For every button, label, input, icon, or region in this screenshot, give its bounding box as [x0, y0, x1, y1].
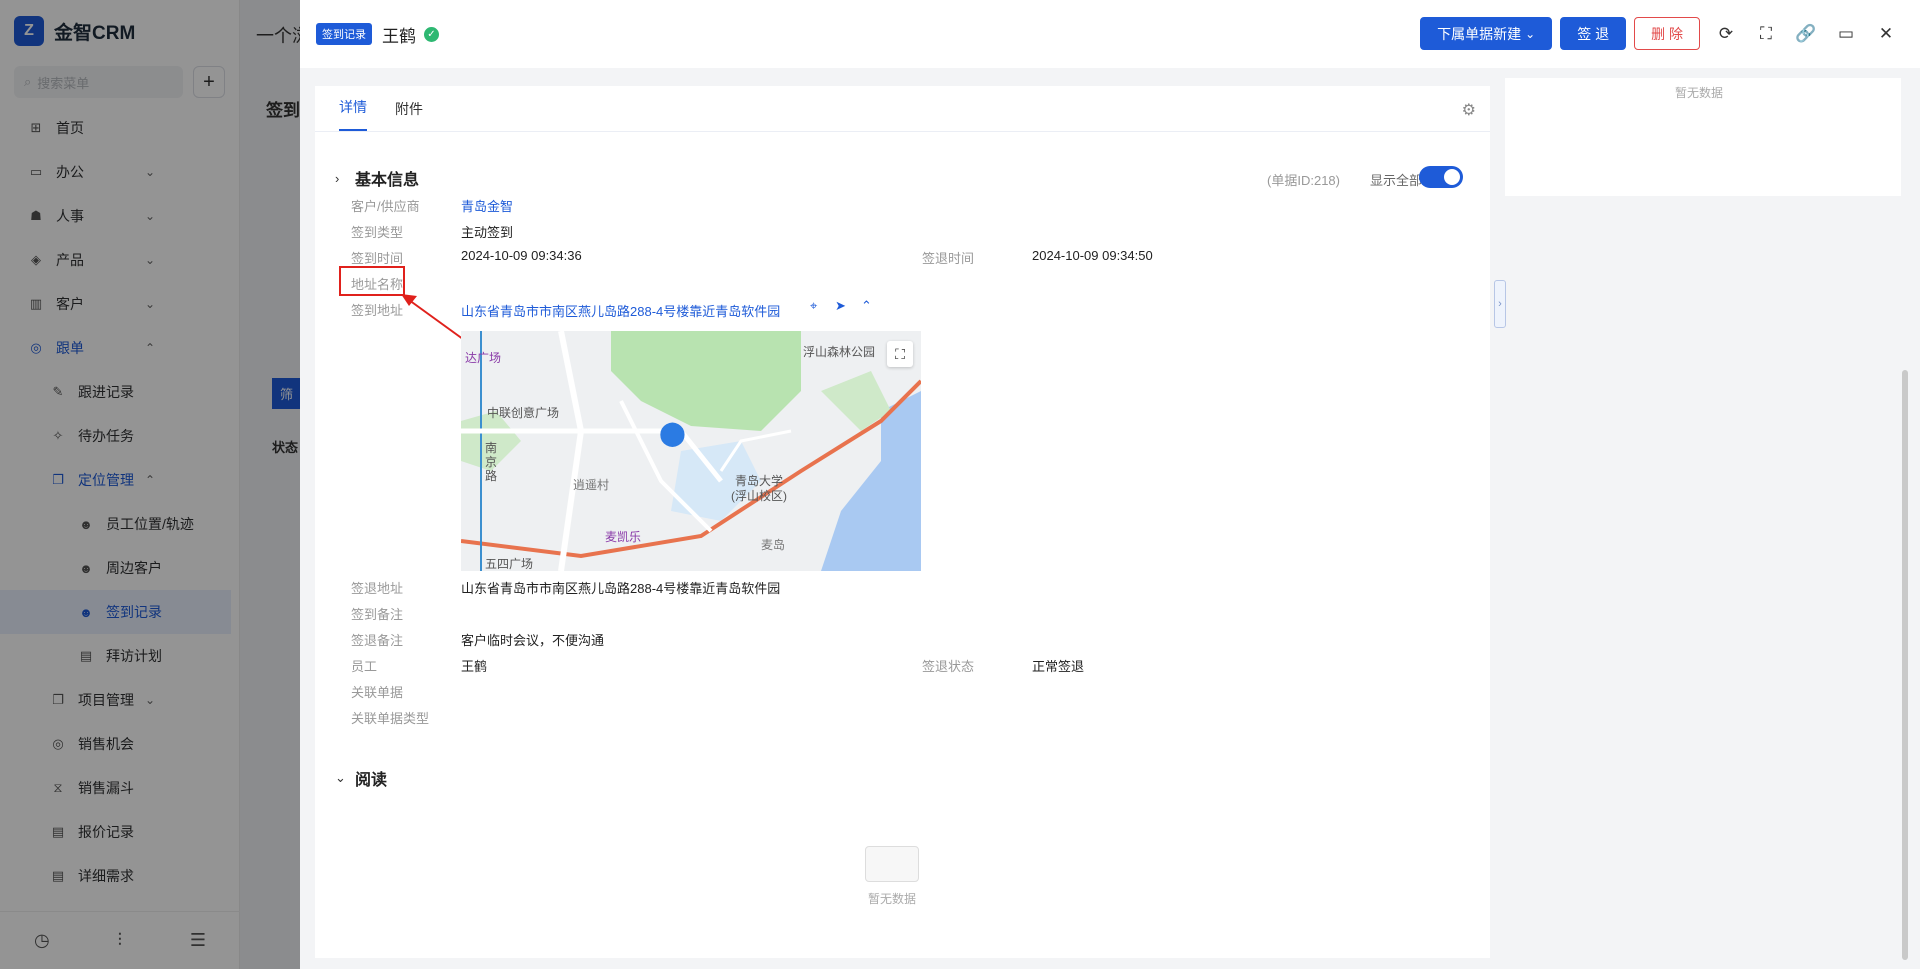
map-label: (浮山校区) — [731, 489, 787, 503]
detail-card: 详情 附件 ⚙ › 基本信息 (单据ID:218) 显示全部 客户/供应商 青岛… — [315, 86, 1490, 958]
right-empty-text: 暂无数据 — [1675, 86, 1724, 100]
checkout-address-label: 签退地址 — [351, 581, 404, 596]
map-label: 达广场 — [465, 351, 502, 365]
checkin-note-label: 签到备注 — [351, 607, 404, 622]
map-label: 中联创意广场 — [487, 406, 560, 420]
location-pin-icon[interactable]: ⌖ — [810, 298, 817, 314]
chevron-right-icon: › — [335, 170, 340, 186]
checkin-time-label: 签到时间 — [351, 251, 404, 266]
checkout-status-value: 正常签退 — [1032, 659, 1085, 674]
navigate-icon[interactable]: ➤ — [835, 298, 846, 314]
right-empty-state: 暂无数据 — [1675, 84, 1723, 101]
checkout-note-label: 签退备注 — [351, 633, 404, 648]
header-actions: 下属单据新建 ⌄ 签 退 删 除 ⟳ ⛶ 🔗 ▭ ✕ — [1420, 17, 1920, 50]
checkout-status-label: 签退状态 — [922, 659, 975, 674]
sub-new-label: 下属单据新建 — [1437, 25, 1522, 42]
sub-new-dropdown-button[interactable]: 下属单据新建 ⌄ — [1420, 17, 1553, 50]
checkin-type-value: 主动签到 — [461, 225, 514, 240]
employee-value: 王鹤 — [461, 659, 488, 674]
checkout-note-value: 客户临时会议，不便沟通 — [461, 633, 605, 648]
chevron-down-icon: ⌄ — [335, 770, 346, 785]
checkin-type-label: 签到类型 — [351, 225, 404, 240]
window-icon[interactable]: ▭ — [1826, 17, 1866, 50]
checkout-address-value: 山东省青岛市市南区燕儿岛路288-4号楼靠近青岛软件园 — [461, 581, 781, 596]
basic-info-header[interactable]: › 基本信息 — [335, 166, 419, 190]
related-doc-label: 关联单据 — [351, 685, 404, 700]
map-pin-icon: ⬤ — [659, 420, 686, 447]
show-all-toggle[interactable] — [1419, 166, 1463, 188]
map-base — [461, 331, 921, 571]
chevron-up-icon[interactable]: ⌃ — [861, 298, 872, 314]
basic-info-title: 基本信息 — [355, 172, 420, 189]
tab-attachments[interactable]: 附件 — [395, 99, 423, 131]
checkout-time-label: 签退时间 — [922, 251, 975, 266]
gear-icon[interactable]: ⚙ — [1462, 100, 1476, 120]
right-panel: 暂无数据 — [1505, 78, 1901, 196]
checkin-address-label: 签到地址 — [351, 303, 404, 318]
document-id: (单据ID:218) — [1267, 173, 1340, 188]
location-map[interactable]: 达广场 浮山森林公园 中联创意广场 南京路 逍遥村 青岛大学 (浮山校区) 麦凯… — [461, 331, 921, 571]
related-doc-type-label: 关联单据类型 — [351, 711, 430, 726]
close-icon[interactable]: ✕ — [1866, 17, 1906, 50]
customer-label: 客户/供应商 — [351, 199, 420, 214]
panel-collapse-handle[interactable]: › — [1494, 280, 1506, 328]
empty-text: 暂无数据 — [867, 892, 916, 906]
customer-link[interactable]: 青岛金智 — [461, 196, 513, 215]
refresh-icon[interactable]: ⟳ — [1706, 17, 1746, 50]
map-label: 麦岛 — [761, 538, 786, 552]
show-all-label: 显示全部 — [1369, 173, 1422, 188]
drawer-scrollbar[interactable] — [1902, 370, 1908, 960]
record-type-badge: 签到记录 — [316, 23, 372, 45]
link-icon[interactable]: 🔗 — [1786, 17, 1826, 50]
read-empty-state: 暂无数据 — [865, 846, 919, 907]
check-circle-icon: ✓ — [424, 26, 439, 42]
map-label: 五四广场 — [485, 557, 534, 571]
map-label: 浮山森林公园 — [803, 345, 876, 359]
record-title: 王鹤 — [382, 26, 416, 46]
checkin-time-value: 2024-10-09 09:34:36 — [461, 248, 582, 263]
read-title: 阅读 — [355, 772, 388, 789]
chevron-down-icon: ⌄ — [1525, 26, 1536, 41]
map-label: 南京路 — [485, 441, 498, 483]
read-header[interactable]: ⌄ 阅读 — [335, 766, 387, 790]
detail-tabs: 详情 附件 ⚙ — [315, 86, 1490, 132]
drawer-header: 签到记录 王鹤 ✓ 下属单据新建 ⌄ 签 退 删 除 ⟳ ⛶ 🔗 ▭ ✕ — [300, 0, 1920, 68]
checkout-time-value: 2024-10-09 09:34:50 — [1032, 248, 1153, 263]
map-label: 麦凯乐 — [605, 530, 642, 544]
checkin-address-link[interactable]: 山东省青岛市市南区燕儿岛路288-4号楼靠近青岛软件园 — [461, 301, 780, 320]
empty-inbox-icon — [865, 846, 919, 882]
fullscreen-icon[interactable]: ⛶ — [1746, 17, 1786, 50]
map-label: 逍遥村 — [573, 478, 610, 492]
checkout-button[interactable]: 签 退 — [1560, 17, 1627, 50]
tab-details[interactable]: 详情 — [339, 97, 367, 131]
map-fullscreen-icon[interactable]: ⛶ — [887, 341, 913, 367]
employee-label: 员工 — [351, 659, 378, 674]
delete-button[interactable]: 删 除 — [1634, 17, 1700, 50]
detail-drawer: 签到记录 王鹤 ✓ 下属单据新建 ⌄ 签 退 删 除 ⟳ ⛶ 🔗 ▭ ✕ 详情 … — [300, 0, 1920, 969]
